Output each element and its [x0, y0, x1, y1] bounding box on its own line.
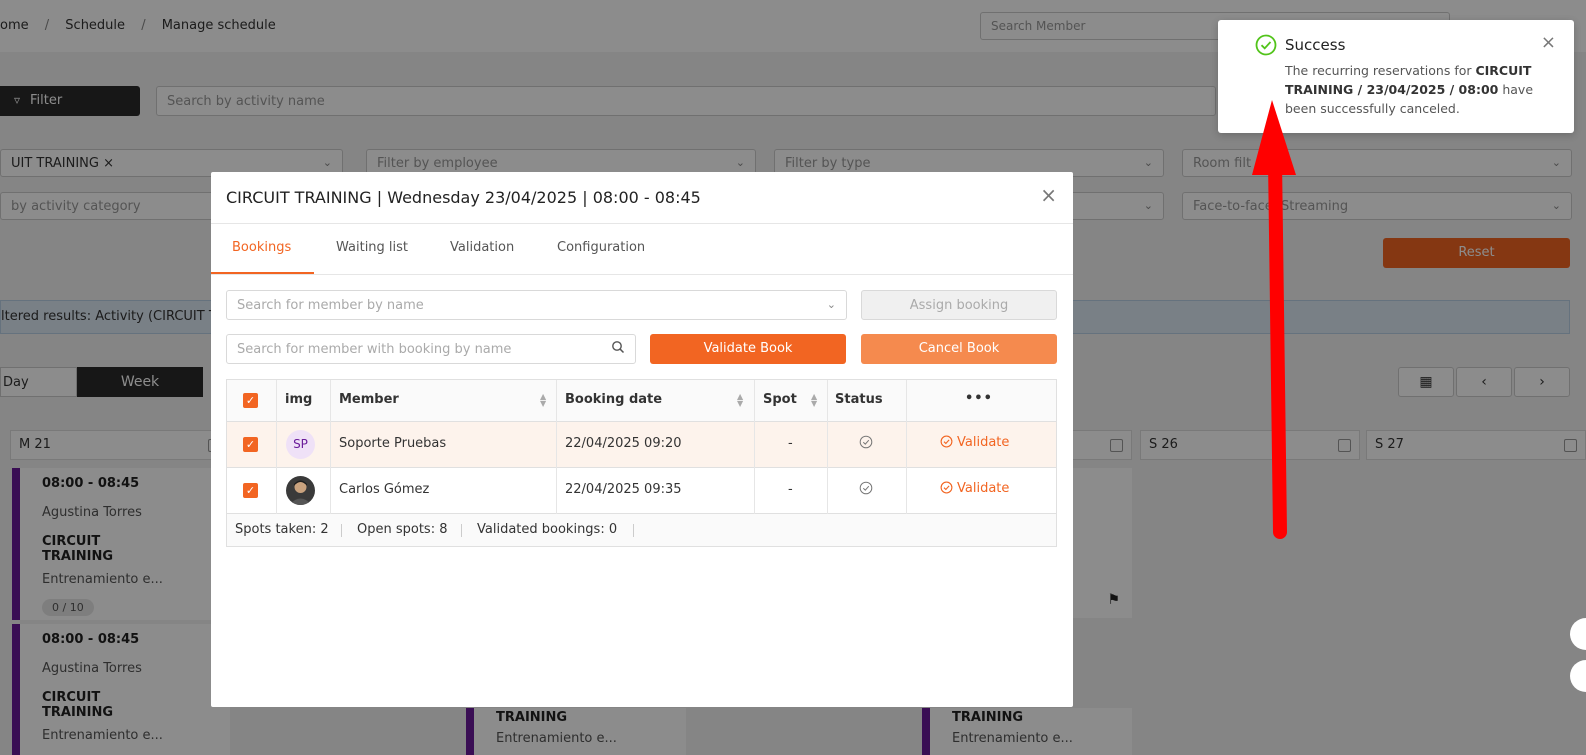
modal-title: CIRCUIT TRAINING | Wednesday 23/04/2025 …	[226, 188, 701, 207]
tab-bookings[interactable]: Bookings	[232, 240, 291, 255]
divider	[556, 422, 557, 468]
more-actions-icon[interactable]: •••	[965, 391, 993, 406]
divider	[276, 380, 277, 422]
close-icon[interactable]: ×	[1541, 32, 1556, 53]
col-img: img	[285, 392, 313, 407]
search-member-select[interactable]: Search for member by name ⌄	[226, 290, 847, 320]
sort-icon[interactable]: ▲ ▼	[811, 393, 817, 408]
open-spots: Open spots: 8	[357, 522, 448, 537]
sort-icon[interactable]: ▲ ▼	[540, 393, 546, 408]
divider	[754, 380, 755, 422]
status-check-icon	[859, 435, 873, 453]
tab-validation[interactable]: Validation	[450, 240, 514, 255]
divider	[276, 468, 277, 514]
search-member-placeholder: Search for member by name	[237, 298, 424, 313]
divider	[276, 422, 277, 468]
validate-link[interactable]: Validate	[940, 481, 1009, 496]
avatar: SP	[286, 430, 315, 459]
table-header: ✓ img Member ▲ ▼ Booking date ▲ ▼ Spot ▲ ▼ …	[227, 380, 1056, 422]
sort-icon[interactable]: ▲ ▼	[737, 393, 743, 408]
search-icon[interactable]	[611, 340, 625, 358]
col-booking-date[interactable]: Booking date	[565, 392, 662, 407]
modal-tabs: Bookings Waiting list Validation Configu…	[211, 224, 1073, 275]
success-toast: Success × The recurring reservations for…	[1218, 20, 1574, 133]
active-tab-indicator	[211, 272, 314, 274]
divider	[827, 468, 828, 514]
booking-modal: CIRCUIT TRAINING | Wednesday 23/04/2025 …	[211, 172, 1073, 707]
validate-check-icon	[940, 481, 953, 494]
validate-link[interactable]: Validate	[940, 435, 1009, 450]
chevron-down-icon: ⌄	[826, 298, 836, 311]
divider	[754, 422, 755, 468]
toast-message-prefix: The recurring reservations for	[1285, 63, 1476, 78]
divider	[906, 422, 907, 468]
spot-value: -	[788, 436, 793, 451]
member-name: Soporte Pruebas	[339, 436, 447, 451]
divider	[341, 524, 342, 537]
divider	[556, 468, 557, 514]
spots-taken: Spots taken: 2	[235, 522, 329, 537]
success-check-icon	[1255, 34, 1277, 60]
divider	[461, 524, 462, 537]
member-name: Carlos Gómez	[339, 482, 430, 497]
col-spot[interactable]: Spot	[763, 392, 797, 407]
table-row[interactable]: ✓ SP Soporte Pruebas 22/04/2025 09:20 - …	[227, 422, 1056, 468]
divider	[906, 468, 907, 514]
status-check-icon	[859, 481, 873, 499]
toast-title: Success	[1285, 36, 1346, 54]
avatar	[286, 476, 315, 505]
validate-check-icon	[940, 435, 953, 448]
cancel-book-button[interactable]: Cancel Book	[861, 334, 1057, 364]
close-icon[interactable]: ×	[1040, 185, 1057, 205]
row-checkbox[interactable]: ✓	[243, 483, 258, 498]
col-status: Status	[835, 392, 883, 407]
divider	[754, 468, 755, 514]
assign-booking-button[interactable]: Assign booking	[861, 290, 1057, 320]
tab-configuration[interactable]: Configuration	[557, 240, 645, 255]
divider	[827, 422, 828, 468]
validate-book-button[interactable]: Validate Book	[650, 334, 846, 364]
row-checkbox[interactable]: ✓	[243, 437, 258, 452]
validated-bookings: Validated bookings: 0	[477, 522, 618, 537]
divider	[330, 422, 331, 468]
search-booking-placeholder: Search for member with booking by name	[237, 342, 512, 357]
divider	[330, 468, 331, 514]
divider	[330, 380, 331, 422]
divider	[827, 380, 828, 422]
spot-value: -	[788, 482, 793, 497]
search-booking-input[interactable]: Search for member with booking by name	[226, 334, 636, 364]
bookings-table: ✓ img Member ▲ ▼ Booking date ▲ ▼ Spot ▲ ▼ …	[226, 379, 1057, 547]
booking-date: 22/04/2025 09:35	[565, 482, 682, 497]
table-footer: Spots taken: 2 Open spots: 8 Validated b…	[227, 514, 1056, 546]
divider	[556, 380, 557, 422]
divider	[906, 380, 907, 422]
divider	[633, 524, 634, 537]
validate-label: Validate	[957, 481, 1010, 496]
table-row[interactable]: ✓ Carlos Gómez 22/04/2025 09:35 - Valida…	[227, 468, 1056, 514]
validate-label: Validate	[957, 435, 1010, 450]
booking-date: 22/04/2025 09:20	[565, 436, 682, 451]
select-all-checkbox[interactable]: ✓	[243, 393, 258, 408]
col-member[interactable]: Member	[339, 392, 399, 407]
toast-message: The recurring reservations for CIRCUIT T…	[1285, 61, 1550, 118]
tab-waiting-list[interactable]: Waiting list	[336, 240, 408, 255]
